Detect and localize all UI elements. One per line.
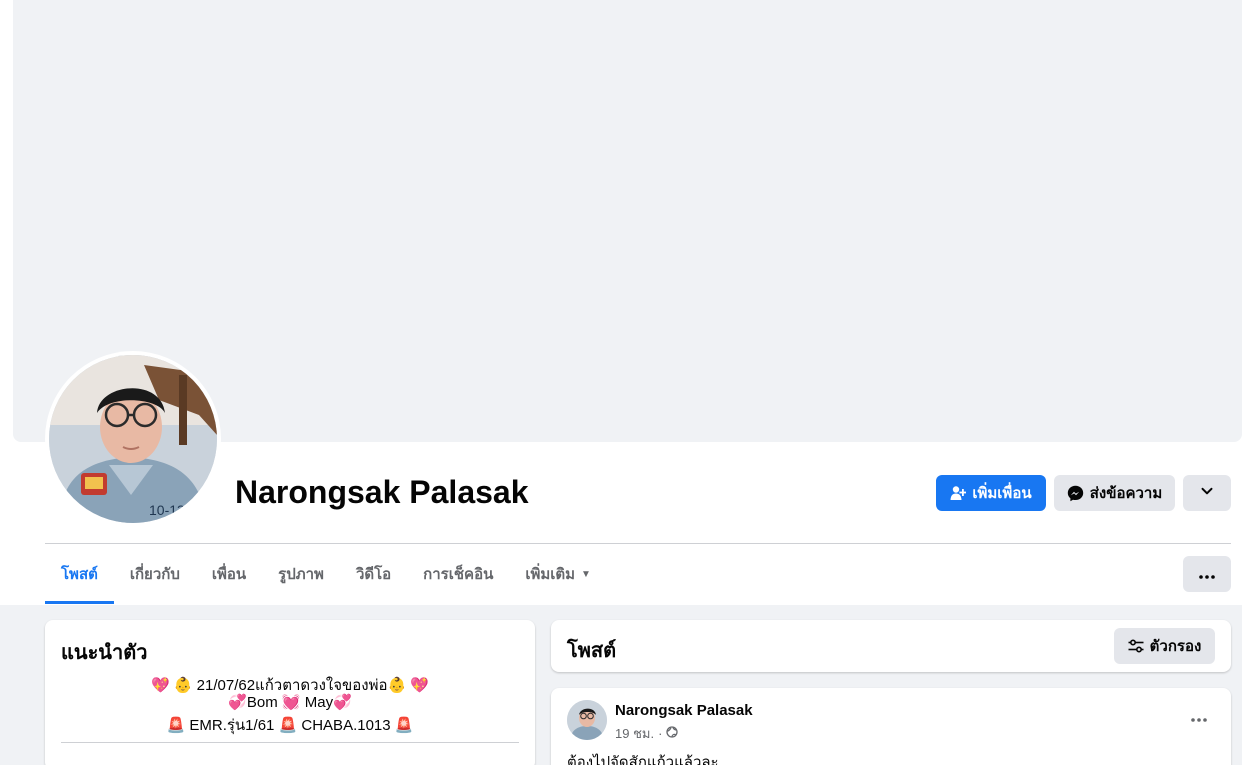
post-card: Narongsak Palasak 19 ชม. · ต้องไปจัดสักแ…	[551, 688, 1231, 765]
messenger-icon	[1067, 485, 1084, 502]
intro-card: แนะนำตัว 💖 👶 21/07/62แก้วตาดวงใจของพ่อ👶 …	[45, 620, 535, 765]
post-options-button[interactable]	[1185, 706, 1213, 730]
filter-sliders-icon	[1128, 639, 1144, 653]
person-plus-icon	[950, 485, 967, 501]
profile-tabs: โพสต์ เกี่ยวกับ เพื่อน รูปภาพ วิดีโอ การ…	[45, 544, 607, 604]
tab-posts[interactable]: โพสต์	[45, 544, 114, 604]
filter-label: ตัวกรอง	[1149, 638, 1202, 655]
add-friend-button[interactable]: เพิ่มเพื่อน	[936, 475, 1046, 511]
meta-separator: ·	[658, 726, 663, 741]
filter-button[interactable]: ตัวกรอง	[1114, 628, 1215, 664]
intro-title: แนะนำตัว	[61, 642, 148, 664]
posts-header-card: โพสต์ ตัวกรอง	[551, 620, 1231, 672]
bio-line: 💞Bom 💓 May💞	[228, 694, 352, 711]
avatar-photo: 10-13	[49, 355, 217, 523]
profile-dropdown-button[interactable]	[1183, 475, 1231, 511]
post-meta: 19 ชม. ·	[615, 723, 679, 744]
tab-label: วิดีโอ	[355, 566, 392, 583]
intro-divider	[61, 742, 519, 743]
tab-label: รูปภาพ	[278, 566, 324, 583]
bio-line: 🚨 EMR.รุ่น1/61 🚨 CHABA.1013 🚨	[166, 717, 414, 734]
add-friend-label: เพิ่มเพื่อน	[972, 485, 1032, 502]
post-avatar-photo	[567, 700, 607, 740]
tabs-more-button[interactable]	[1183, 556, 1231, 592]
tab-photos[interactable]: รูปภาพ	[262, 544, 340, 604]
cover-photo[interactable]	[13, 0, 1242, 442]
post-time[interactable]: 19 ชม.	[615, 723, 654, 744]
caret-down-icon: ▼	[581, 568, 591, 580]
tab-videos[interactable]: วิดีโอ	[340, 544, 407, 604]
message-label: ส่งข้อความ	[1089, 485, 1163, 502]
tab-about[interactable]: เกี่ยวกับ	[114, 544, 196, 604]
profile-name: Narongsak Palasak	[235, 474, 529, 510]
tab-label: โพสต์	[61, 566, 98, 583]
post-author-avatar[interactable]	[567, 700, 607, 740]
posts-title: โพสต์	[567, 640, 617, 662]
tab-label: การเช็คอิน	[423, 566, 494, 583]
tab-checkins[interactable]: การเช็คอิน	[407, 544, 509, 604]
globe-icon[interactable]	[666, 726, 679, 741]
ellipsis-icon	[1199, 566, 1215, 583]
post-text: ต้องไปจัดสักแก้วแล้วละ	[567, 754, 719, 765]
profile-avatar[interactable]: 10-13	[49, 355, 217, 523]
tab-label: เพิ่มเติม	[525, 566, 576, 583]
post-author-name[interactable]: Narongsak Palasak	[615, 702, 753, 719]
tab-label: เกี่ยวกับ	[129, 566, 180, 583]
tab-more[interactable]: เพิ่มเติม ▼	[509, 544, 607, 604]
message-button[interactable]: ส่งข้อความ	[1054, 475, 1175, 511]
tab-friends[interactable]: เพื่อน	[196, 544, 262, 604]
ellipsis-icon	[1191, 709, 1207, 727]
tab-label: เพื่อน	[211, 566, 247, 583]
chevron-down-icon	[1200, 484, 1214, 502]
